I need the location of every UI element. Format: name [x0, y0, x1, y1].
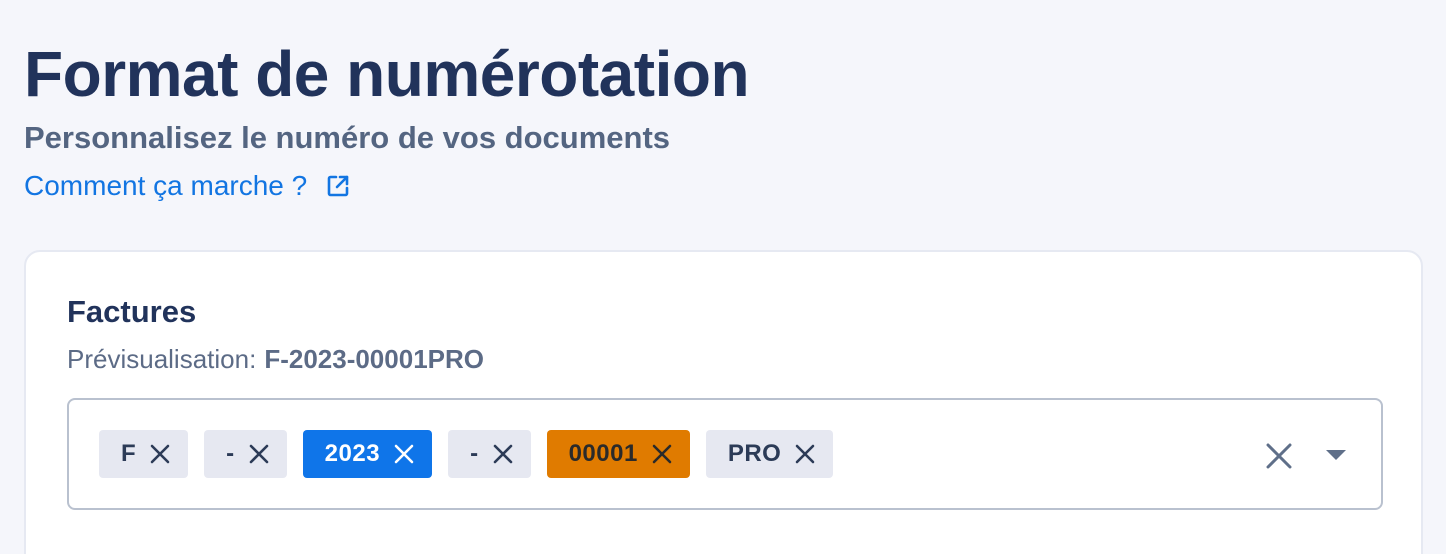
- tag-chip: F: [99, 430, 189, 478]
- page-title: Format de numérotation: [24, 38, 750, 110]
- numbering-format-page: Format de numérotation Personnalisez le …: [0, 0, 1446, 554]
- preview-line: Prévisualisation: F-2023-00001PRO: [67, 342, 484, 376]
- tag-chip: -: [204, 430, 287, 478]
- how-it-works-label: Comment ça marche ?: [24, 170, 308, 201]
- page-subtitle: Personnalisez le numéro de vos documents: [24, 120, 671, 155]
- preview-label: Prévisualisation:: [67, 344, 257, 374]
- clear-all-icon[interactable]: [1263, 440, 1295, 472]
- tag-label: 00001: [568, 440, 638, 467]
- how-it-works-link[interactable]: Comment ça marche ?: [24, 168, 351, 204]
- tag-label: PRO: [727, 440, 782, 467]
- tag-label: F: [121, 440, 137, 467]
- caret-down-icon[interactable]: [1324, 442, 1348, 470]
- tag-list: F - 2023 - 00001 PRO: [99, 430, 834, 478]
- remove-tag-icon[interactable]: [793, 442, 817, 466]
- tag-label: -: [470, 440, 479, 467]
- tag-chip: -: [448, 430, 531, 478]
- remove-tag-icon[interactable]: [491, 442, 515, 466]
- remove-tag-icon[interactable]: [650, 442, 674, 466]
- tag-chip: PRO: [705, 430, 834, 478]
- card-title: Factures: [67, 294, 197, 329]
- remove-tag-icon[interactable]: [148, 442, 172, 466]
- remove-tag-icon[interactable]: [392, 442, 416, 466]
- remove-tag-icon[interactable]: [247, 442, 271, 466]
- external-link-icon: [325, 173, 351, 199]
- tag-label: -: [226, 440, 235, 467]
- format-tags-select[interactable]: F - 2023 - 00001 PRO: [67, 398, 1383, 510]
- tag-chip: 2023: [302, 430, 433, 478]
- invoices-card: Factures Prévisualisation: F-2023-00001PR…: [24, 250, 1423, 554]
- preview-value: F-2023-00001PRO: [264, 344, 484, 374]
- tag-chip: 00001: [546, 430, 690, 478]
- tag-label: 2023: [324, 440, 381, 467]
